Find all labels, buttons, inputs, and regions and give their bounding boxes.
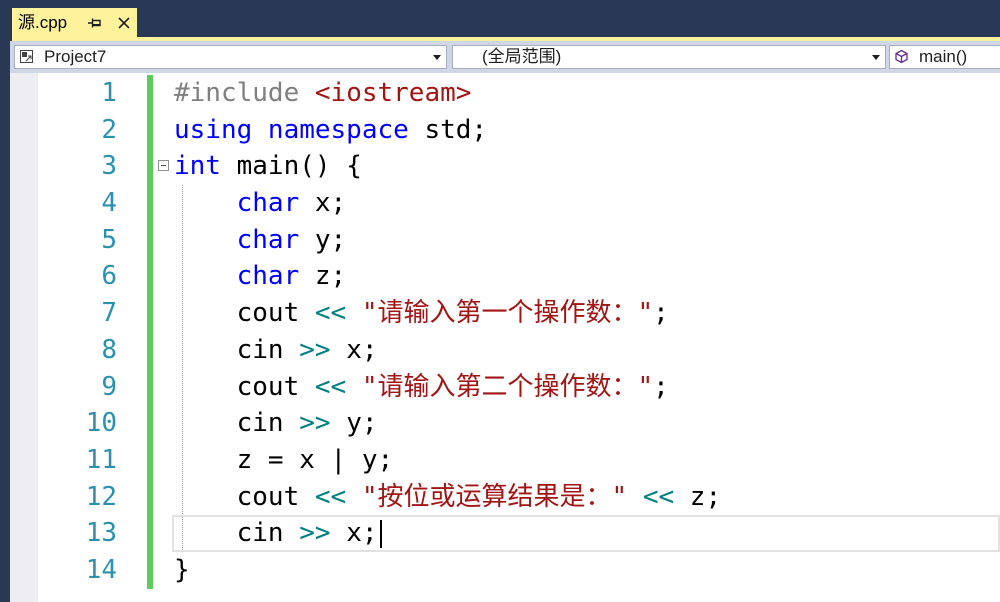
indicator-margin[interactable] [10, 73, 38, 602]
operator: >> [299, 518, 331, 549]
code-line[interactable]: char x; [172, 185, 1000, 222]
code-editor[interactable]: 1 2 3 4 5 6 7 8 9 10 11 12 13 14 #includ… [10, 73, 1000, 602]
preprocessor-directive: #include [174, 78, 315, 108]
code-line[interactable]: cout << "请输入第二个操作数："; [172, 369, 1000, 406]
keyword: char [236, 224, 300, 255]
string-literal: "请输入第一个操作数：" [346, 298, 654, 329]
project-icon [20, 50, 33, 63]
code-text: cin [236, 334, 300, 365]
code-text: } [174, 554, 190, 585]
scope-dropdown-value: (全局范围) [482, 47, 562, 66]
pin-icon-shape [88, 18, 101, 28]
code-text: z; [299, 261, 347, 292]
code-line[interactable]: int main() { [172, 148, 1000, 185]
member-dropdown[interactable]: main() [889, 45, 1000, 69]
code-text: main() { [220, 151, 362, 182]
line-number: 2 [101, 114, 117, 145]
line-number-gutter: 1 2 3 4 5 6 7 8 9 10 11 12 13 14 [38, 75, 117, 589]
code-text-area[interactable]: #include <iostream> using namespace std;… [172, 75, 1000, 589]
line-number: 12 [85, 481, 117, 512]
code-text: cout [236, 371, 315, 402]
code-line[interactable]: z = x | y; [172, 442, 1000, 479]
string-literal: "请输入第二个操作数：" [346, 371, 654, 402]
operator: << [314, 371, 347, 402]
code-text: z = x | y; [236, 444, 394, 475]
keyword: char [236, 188, 300, 219]
line-number: 4 [101, 188, 117, 219]
document-tab[interactable]: 源.cpp [12, 8, 137, 38]
line-number: 6 [101, 261, 117, 292]
operator: >> [299, 408, 331, 439]
operator: << [314, 481, 347, 512]
method-icon-cube [895, 49, 908, 64]
change-tracking-bar [147, 75, 153, 589]
line-number: 10 [85, 408, 117, 439]
code-line[interactable]: cout << "按位或运算结果是：" << z; [172, 479, 1000, 516]
code-text: ; [653, 371, 669, 402]
method-icon [895, 49, 908, 64]
code-line[interactable]: cin >> x; [172, 515, 1000, 552]
line-number: 7 [101, 298, 117, 329]
code-line[interactable]: char z; [172, 258, 1000, 295]
line-number: 9 [101, 371, 117, 402]
code-text: cin [236, 518, 300, 549]
text-caret [379, 519, 382, 548]
code-line[interactable]: using namespace std; [172, 112, 1000, 149]
code-text: cout [236, 298, 315, 329]
close-icon-shape [118, 17, 130, 29]
line-number: 11 [85, 444, 117, 475]
line-number: 3 [101, 151, 117, 182]
chevron-down-icon[interactable] [872, 55, 880, 60]
line-number: 1 [101, 78, 117, 108]
line-number: 14 [85, 554, 117, 585]
code-line[interactable]: cin >> y; [172, 405, 1000, 442]
line-number: 5 [101, 224, 117, 255]
project-dropdown[interactable]: Project7 [14, 45, 447, 69]
line-number: 13 [85, 518, 117, 549]
code-text: z; [674, 481, 722, 512]
code-text: x; [330, 334, 378, 365]
collapse-toggle-icon[interactable] [158, 160, 169, 171]
keyword: char [236, 261, 300, 292]
chevron-down-icon[interactable] [433, 55, 441, 60]
code-line[interactable]: cout << "请输入第一个操作数："; [172, 295, 1000, 332]
project-icon-block [22, 52, 27, 57]
code-text: std; [408, 114, 488, 145]
string-literal: "按位或运算结果是：" [346, 481, 643, 512]
operator: << [642, 481, 675, 512]
code-line[interactable]: #include <iostream> [172, 75, 1000, 112]
include-header: <iostream> [314, 78, 472, 108]
pin-icon[interactable] [88, 17, 102, 29]
member-dropdown-value: main() [919, 47, 968, 66]
navigation-bar: Project7 (全局范围) main() [10, 41, 1000, 73]
code-text: cin [236, 408, 300, 439]
close-icon[interactable] [117, 16, 131, 30]
code-text: x; [299, 188, 347, 219]
operator: << [314, 298, 347, 329]
code-line[interactable]: char y; [172, 222, 1000, 259]
line-number: 8 [101, 334, 117, 365]
code-text: x; [330, 518, 378, 549]
visual-studio-window: 源.cpp Project7 (全局范围) main() 1 2 3 4 5 6… [0, 0, 1000, 602]
keyword: using namespace [174, 114, 409, 145]
code-text: y; [299, 224, 347, 255]
project-dropdown-value: Project7 [44, 47, 107, 66]
code-line[interactable]: cin >> x; [172, 332, 1000, 369]
code-text: cout [236, 481, 315, 512]
code-text: ; [653, 298, 669, 329]
code-text: y; [330, 408, 378, 439]
scope-dropdown[interactable]: (全局范围) [452, 45, 886, 69]
operator: >> [299, 334, 331, 365]
keyword: int [174, 151, 221, 182]
code-line[interactable]: } [172, 552, 1000, 589]
document-tab-title: 源.cpp [18, 13, 68, 32]
